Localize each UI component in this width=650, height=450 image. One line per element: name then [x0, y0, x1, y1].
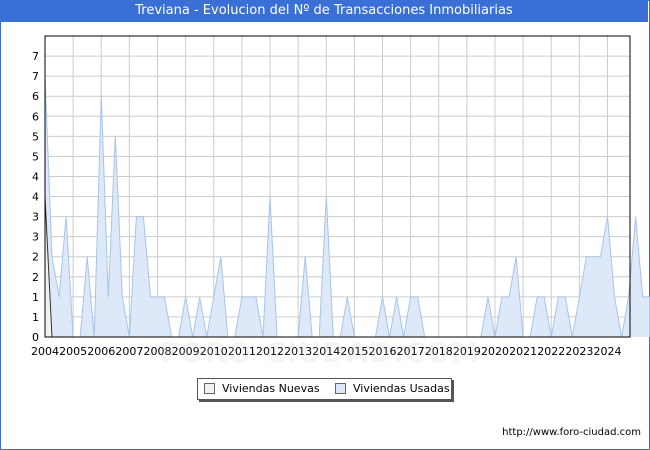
y-tick-label: 6 — [32, 90, 39, 103]
y-tick-label: 3 — [32, 211, 39, 224]
y-tick-label: 7 — [32, 70, 39, 83]
watermark: FORO-CIUDAD.COM — [159, 336, 481, 369]
y-tick-label: 1 — [32, 311, 39, 324]
legend-label-usadas: Viviendas Usadas — [353, 382, 450, 395]
legend: Viviendas Nuevas Viviendas Usadas — [197, 378, 452, 400]
legend-swatch-nuevas — [204, 383, 215, 394]
x-tick-label: 2022 — [537, 345, 565, 358]
y-tick-label: 4 — [32, 191, 39, 204]
legend-label-nuevas: Viviendas Nuevas — [222, 382, 320, 395]
x-tick-label: 2024 — [594, 345, 622, 358]
y-tick-label: 1 — [32, 291, 39, 304]
y-tick-label: 5 — [32, 150, 39, 163]
y-tick-label: 4 — [32, 170, 39, 183]
legend-item-nuevas: Viviendas Nuevas — [204, 382, 320, 395]
x-tick-label: 2023 — [565, 345, 593, 358]
legend-item-usadas: Viviendas Usadas — [335, 382, 450, 395]
y-tick-label: 6 — [32, 110, 39, 123]
x-tick-label: 2004 — [31, 345, 59, 358]
x-tick-label: 2005 — [59, 345, 87, 358]
footer-url: http://www.foro-ciudad.com — [502, 427, 641, 438]
x-tick-label: 2006 — [87, 345, 115, 358]
y-tick-label: 5 — [32, 130, 39, 143]
y-tick-label: 2 — [32, 251, 39, 264]
y-tick-label: 3 — [32, 231, 39, 244]
y-tick-label: 2 — [32, 271, 39, 284]
y-tick-label: 7 — [32, 50, 39, 63]
y-tick-label: 0 — [32, 331, 39, 344]
legend-swatch-usadas — [335, 383, 346, 394]
